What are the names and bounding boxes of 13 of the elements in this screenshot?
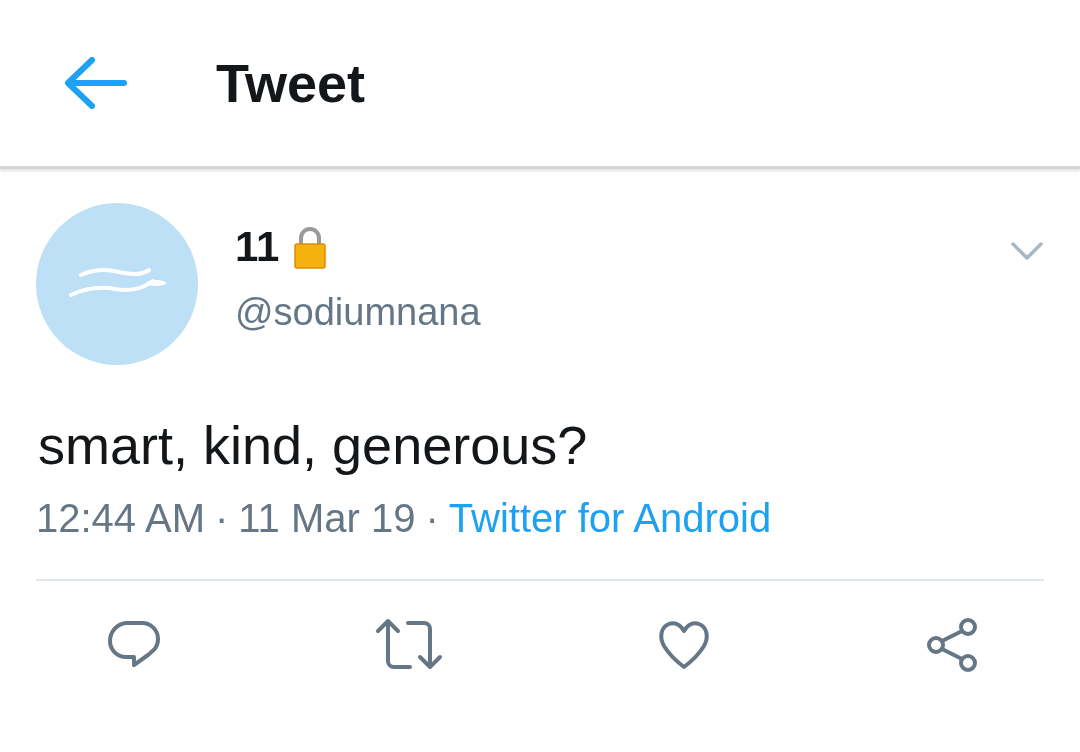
tweet-date: 11 Mar 19: [238, 495, 416, 541]
back-button[interactable]: [62, 57, 128, 109]
source-link[interactable]: Twitter for Android: [448, 495, 772, 541]
page-title: Tweet: [216, 52, 366, 114]
user-handle: @sodiumnana: [235, 291, 481, 334]
share-button[interactable]: [924, 616, 980, 673]
share-icon: [924, 616, 980, 673]
separator-dot: ·: [425, 495, 439, 541]
tweet-text: smart, kind, generous?: [38, 414, 589, 477]
display-name: 11: [235, 223, 280, 271]
tweet-time: 12:44 AM: [36, 495, 205, 541]
back-arrow-icon: [62, 57, 128, 109]
separator-dot: ·: [215, 495, 229, 541]
